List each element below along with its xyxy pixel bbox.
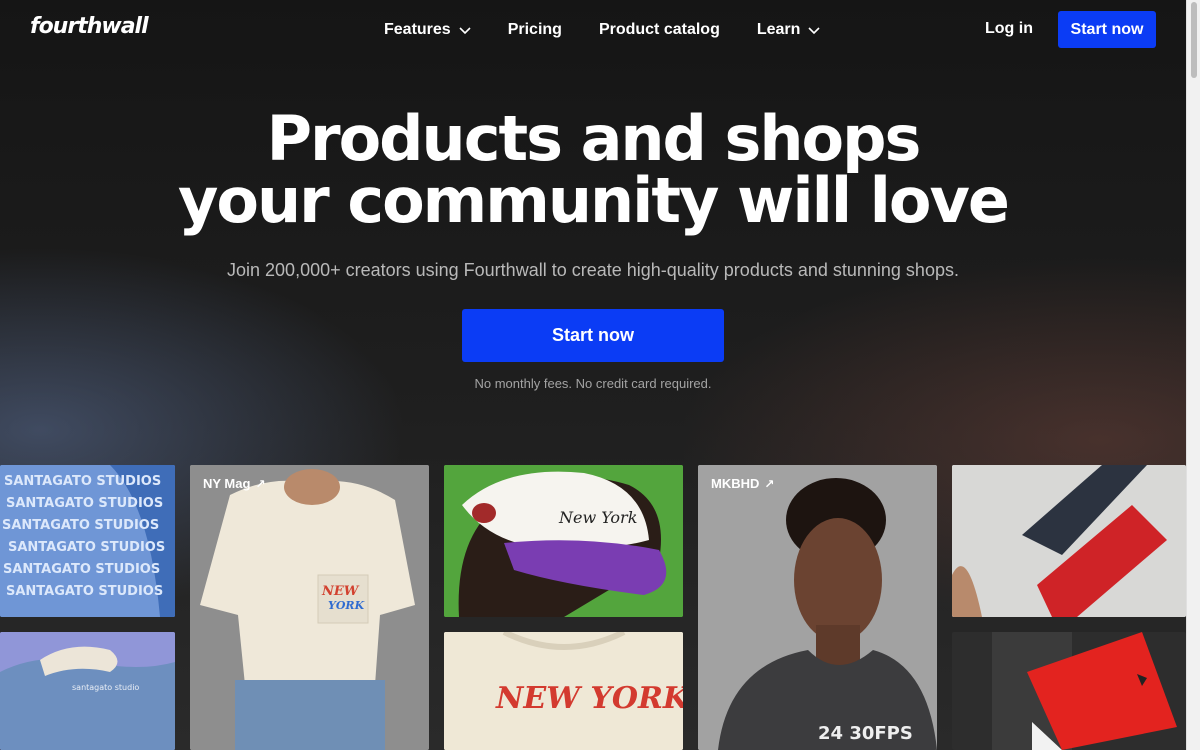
chevron-down-icon — [808, 27, 820, 35]
external-link-icon: ↗ — [255, 476, 266, 491]
top-nav: fourthwall Features Pricing Product cata… — [0, 0, 1186, 60]
svg-text:NEW: NEW — [321, 584, 360, 599]
mkbhd-label: MKBHD — [711, 476, 760, 491]
nav-product-catalog[interactable]: Product catalog — [599, 21, 720, 39]
mkbhd-tshirt-image: 24 30FPS — [698, 465, 937, 750]
new-york-sweatshirt-tile[interactable]: NEW YORK — [444, 632, 683, 750]
nav-pricing[interactable]: Pricing — [508, 21, 562, 39]
hoodie-print-5: SANTAGATO STUDIOS — [3, 562, 160, 577]
cap-print: New York — [558, 508, 637, 527]
hero-title: Products and shops your community will l… — [0, 108, 1186, 232]
hoodie-print-3: SANTAGATO STUDIOS — [2, 518, 159, 533]
hoodie-print-4: SANTAGATO STUDIOS — [8, 540, 165, 555]
nav-start-now-button[interactable]: Start now — [1058, 11, 1156, 48]
denim-jacket-print: santagato studio — [72, 683, 139, 692]
nav-features-label: Features — [384, 21, 451, 38]
ny-mag-tshirt-image: NEW YORK — [190, 465, 429, 750]
main-menu: Features Pricing Product catalog Learn — [384, 0, 857, 60]
nav-features[interactable]: Features — [384, 21, 471, 39]
new-york-cap-image: New York — [444, 465, 683, 617]
hero-note: No monthly fees. No credit card required… — [474, 376, 712, 391]
fourthwall-logo[interactable]: fourthwall — [30, 14, 149, 39]
mkbhd-tshirt-tile[interactable]: 24 30FPS MKBHD ↗ — [698, 465, 937, 750]
login-link[interactable]: Log in — [985, 20, 1033, 38]
hoodie-print-6: SANTAGATO STUDIOS — [6, 584, 163, 599]
page: fourthwall Features Pricing Product cata… — [0, 0, 1186, 750]
chevron-down-icon — [459, 27, 471, 35]
ny-mag-tshirt-tile[interactable]: NEW YORK NY Mag ↗ — [190, 465, 429, 750]
page-scrollbar[interactable] — [1186, 0, 1200, 750]
red-notebook-image — [952, 632, 1186, 750]
sweatshirt-print: NEW YORK — [495, 681, 683, 716]
santagato-studios-hoodie-tile[interactable]: SANTAGATO STUDIOS SANTAGATO STUDIOS SANT… — [0, 465, 175, 617]
hero-title-line-2: your community will love — [178, 164, 1010, 237]
svg-text:YORK: YORK — [328, 599, 365, 612]
hero-title-line-1: Products and shops — [266, 102, 922, 175]
red-stripe-tshirt-image — [952, 465, 1186, 617]
external-link-icon: ↗ — [764, 476, 775, 491]
hero-start-now-button[interactable]: Start now — [462, 309, 724, 362]
red-notebook-tile[interactable] — [952, 632, 1186, 750]
hero-subtitle: Join 200,000+ creators using Fourthwall … — [227, 260, 959, 280]
hoodie-print-2: SANTAGATO STUDIOS — [6, 496, 163, 511]
denim-jacket-image: santagato studio — [0, 632, 175, 750]
new-york-sweatshirt-image: NEW YORK — [444, 632, 683, 750]
hoodie-print-1: SANTAGATO STUDIOS — [4, 474, 161, 489]
hoodie-image: SANTAGATO STUDIOS SANTAGATO STUDIOS SANT… — [0, 465, 175, 617]
ny-mag-link[interactable]: NY Mag ↗ — [203, 476, 266, 491]
mkbhd-link[interactable]: MKBHD ↗ — [711, 476, 774, 491]
red-stripe-tshirt-tile[interactable] — [952, 465, 1186, 617]
new-york-cap-tile[interactable]: New York — [444, 465, 683, 617]
santagato-denim-jacket-tile[interactable]: santagato studio — [0, 632, 175, 750]
nav-learn[interactable]: Learn — [757, 21, 821, 39]
scrollbar-thumb[interactable] — [1191, 2, 1197, 78]
nav-product-catalog-label: Product catalog — [598, 21, 720, 38]
ny-mag-label: NY Mag — [203, 476, 251, 491]
mkbhd-print: 24 30FPS — [818, 723, 913, 744]
nav-pricing-label: Pricing — [507, 21, 562, 38]
nav-learn-label: Learn — [756, 21, 801, 38]
